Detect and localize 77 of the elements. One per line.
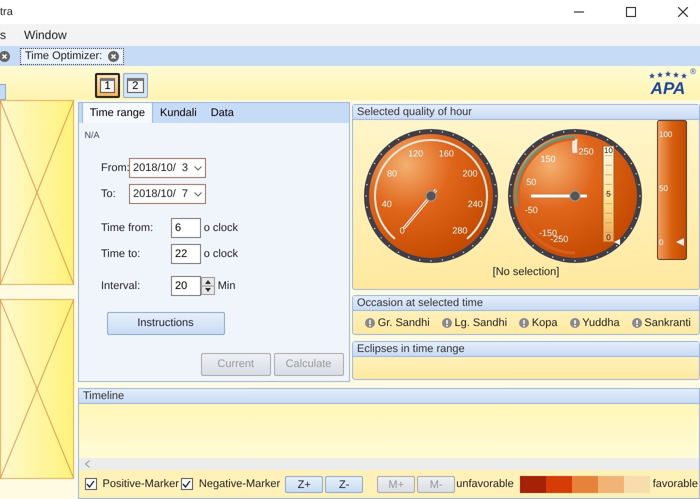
occasion-label: Lg. Sandhi bbox=[454, 316, 508, 331]
unit-label: o clock bbox=[204, 220, 238, 236]
field-label: To: bbox=[101, 186, 117, 202]
occasion-label: Kopa bbox=[532, 316, 558, 331]
gauge-label: 50 bbox=[526, 176, 536, 187]
gauge-label: 80 bbox=[387, 168, 397, 178]
gauge-label: 0 bbox=[400, 226, 405, 236]
menu-item[interactable]: s bbox=[0, 26, 6, 44]
view-button[interactable]: 2 bbox=[122, 72, 148, 98]
instructions-button[interactable]: Instructions bbox=[106, 312, 224, 334]
date-field[interactable]: 2018/10/ 7 bbox=[129, 184, 206, 204]
section-header: Eclipses in time range bbox=[353, 342, 699, 357]
caret-icon[interactable] bbox=[194, 192, 202, 196]
scale-label: 10 bbox=[604, 146, 613, 155]
unit-label: Min bbox=[218, 278, 236, 294]
scale-pointer bbox=[614, 239, 620, 245]
view-button[interactable]: 1 bbox=[95, 72, 120, 98]
legend-label: unfavorable bbox=[456, 476, 514, 492]
logo-text: APA bbox=[650, 80, 686, 96]
gauge-label: 240 bbox=[468, 198, 483, 209]
field-label: Time from: bbox=[101, 220, 154, 236]
caption-text: [No selection] bbox=[492, 265, 560, 280]
section-header: Timeline bbox=[79, 389, 699, 404]
stars-icon bbox=[647, 70, 689, 80]
tab[interactable]: Data bbox=[204, 102, 241, 123]
unit-label: o clock bbox=[204, 246, 238, 262]
spin-button[interactable] bbox=[201, 277, 215, 295]
occasion-label: Yuddha bbox=[582, 316, 620, 331]
occasion-label: Gr. Sandhi bbox=[378, 316, 430, 331]
gauge-label: 40 bbox=[382, 198, 392, 209]
gauge-label: -150 bbox=[539, 228, 557, 238]
gauge-label: 250 bbox=[578, 146, 594, 156]
checkbox-label: Positive-Marker bbox=[102, 476, 179, 492]
status-text: N/A bbox=[84, 128, 101, 142]
gauge-label: 120 bbox=[408, 148, 424, 159]
alert-icon bbox=[632, 318, 642, 328]
meter-label: 100 bbox=[659, 130, 672, 139]
input-field[interactable]: 22 bbox=[171, 244, 201, 264]
meter-label: 50 bbox=[659, 184, 668, 193]
input-field[interactable]: 6 bbox=[171, 218, 201, 238]
menu-item[interactable]: Window bbox=[24, 26, 67, 44]
field-label: Time to: bbox=[101, 246, 142, 262]
meter-label: 0 bbox=[659, 238, 664, 247]
gauge-label: -50 bbox=[524, 205, 538, 216]
input-field[interactable]: 20 bbox=[171, 276, 201, 296]
gauge-label: 160 bbox=[438, 148, 454, 159]
gauge-label: 200 bbox=[462, 168, 478, 178]
tab[interactable]: Time range bbox=[82, 102, 153, 123]
field-label: Interval: bbox=[101, 278, 142, 294]
checkbox-label: Negative-Marker bbox=[198, 476, 280, 492]
alert-icon bbox=[519, 318, 530, 328]
date-field[interactable]: 2018/10/ 3 bbox=[129, 158, 206, 178]
scale-label: 5 bbox=[606, 190, 611, 198]
registered-mark: ® bbox=[690, 66, 696, 78]
legend-label: favorable bbox=[652, 476, 698, 492]
maximize-icon[interactable] bbox=[626, 7, 636, 17]
scrollbar[interactable] bbox=[79, 458, 699, 470]
window-title: tra bbox=[0, 4, 13, 20]
caret-icon[interactable] bbox=[194, 166, 202, 170]
field-label: From: bbox=[101, 160, 129, 176]
zoom-button[interactable]: Z- bbox=[325, 476, 364, 492]
gauge-needle bbox=[531, 190, 587, 202]
alert-icon bbox=[365, 318, 375, 328]
close-icon[interactable] bbox=[678, 7, 688, 17]
section-header: Occasion at selected time bbox=[353, 296, 699, 311]
section-header: Selected quality of hour bbox=[353, 105, 699, 120]
alert-icon bbox=[442, 318, 452, 328]
document-tab[interactable]: Time Optimizer: bbox=[20, 48, 124, 65]
meter-pointer bbox=[676, 238, 684, 246]
zoom-button[interactable]: Z+ bbox=[285, 476, 324, 492]
scale-label: 0 bbox=[606, 233, 611, 242]
gauge-needle bbox=[402, 188, 438, 230]
occasion-label: Sankranti bbox=[644, 316, 691, 331]
tab[interactable]: Kundali bbox=[152, 102, 204, 123]
alert-icon bbox=[570, 318, 580, 328]
gauge-label: 150 bbox=[540, 154, 556, 164]
gauge-label: 280 bbox=[452, 226, 468, 236]
